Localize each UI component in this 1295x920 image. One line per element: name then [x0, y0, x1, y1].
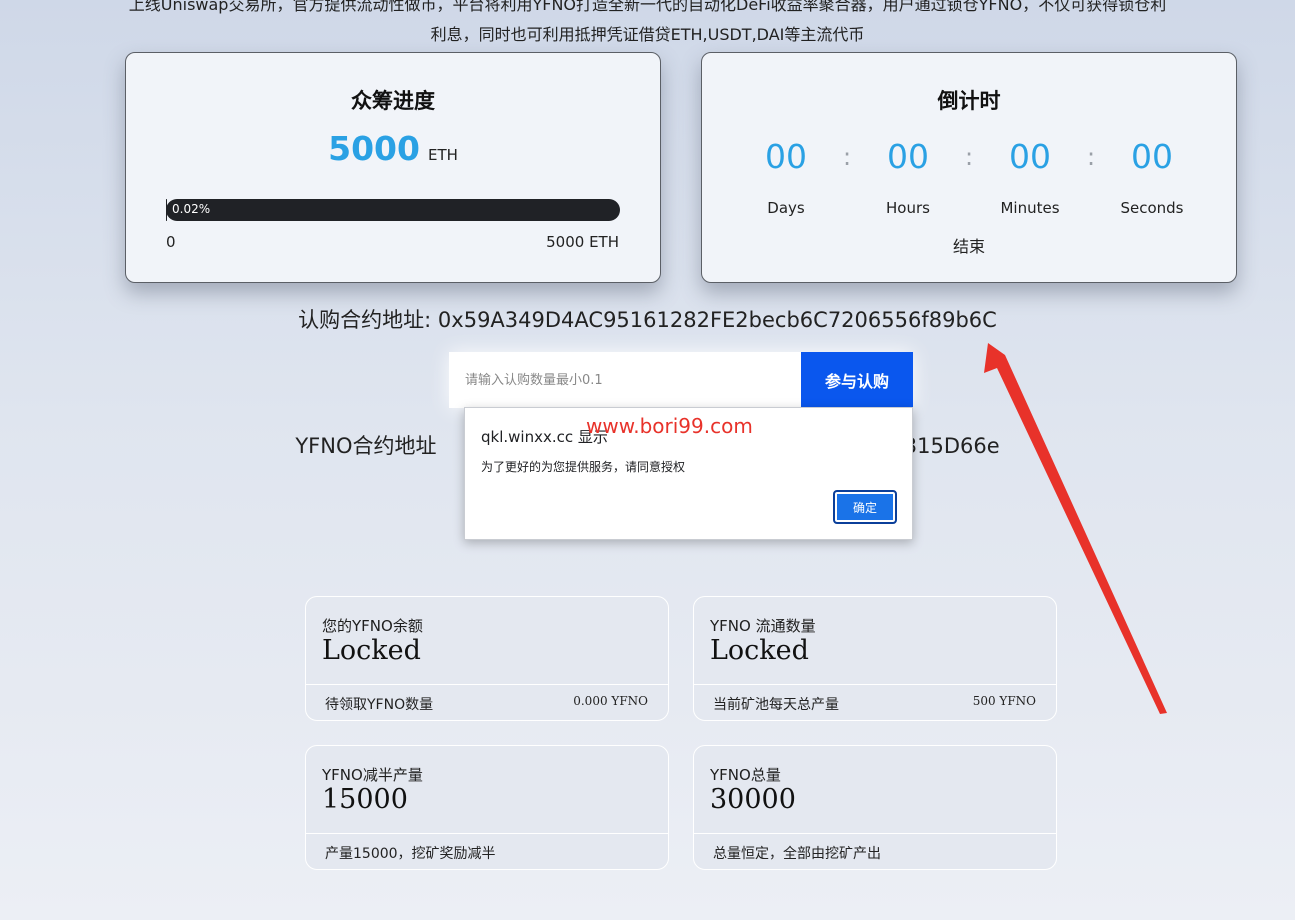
dialog-ok-button[interactable]: 确定 [833, 490, 897, 524]
countdown-hours: 00 [887, 137, 929, 176]
stat-footer: 当前矿池每天总产量 500 YFNO [694, 684, 1056, 721]
intro-text: 上线Uniswap交易所，官方提供流动性做市，平台将利用YFNO打造全新一代的自… [0, 0, 1295, 50]
stat-value: 30000 [710, 784, 796, 815]
raised-amount: 5000 ETH [126, 129, 660, 168]
stat-footer-value: 500 YFNO [972, 694, 1036, 708]
raised-value: 5000 [328, 129, 420, 168]
stat-footer-label: 总量恒定，全部由挖矿产出 [713, 846, 881, 862]
countdown-separator: : [842, 143, 852, 171]
stat-footer-label: 产量15000，挖矿奖励减半 [325, 846, 496, 862]
stat-card-circulation: YFNO 流通数量 Locked 当前矿池每天总产量 500 YFNO [693, 596, 1057, 721]
subscription-amount-input[interactable] [449, 352, 801, 408]
countdown-minutes-label: Minutes [1000, 199, 1060, 217]
crowdfunding-card: 众筹进度 5000 ETH 0.02% 0 5000 ETH [125, 52, 661, 283]
crowdfunding-title: 众筹进度 [351, 89, 435, 113]
stat-label: YFNO总量 [710, 766, 781, 784]
stat-value: Locked [710, 635, 809, 666]
progress-bar: 0.02% [166, 199, 620, 221]
stat-footer-label: 当前矿池每天总产量 [713, 697, 839, 713]
countdown-status: 结束 [952, 237, 985, 256]
progress-label: 0.02% [172, 202, 211, 216]
progress-max: 5000 ETH [546, 233, 619, 251]
stat-label: 您的YFNO余额 [322, 617, 423, 635]
countdown-card: 倒计时 00 : 00 : 00 : 00 Days Hours Minutes… [701, 52, 1237, 283]
stat-footer: 产量15000，挖矿奖励减半 [306, 833, 668, 870]
dialog-message: 为了更好的为您提供服务，请同意授权 [481, 460, 686, 474]
raised-unit: ETH [427, 146, 458, 164]
stat-card-total-supply: YFNO总量 30000 总量恒定，全部由挖矿产出 [693, 745, 1057, 870]
countdown-minutes: 00 [1009, 137, 1051, 176]
stat-footer-value: 0.000 YFNO [573, 694, 648, 708]
subscription-form: 参与认购 [449, 352, 913, 408]
subscribe-button[interactable]: 参与认购 [801, 352, 913, 408]
countdown-digits: 00 : 00 : 00 : 00 [702, 137, 1236, 181]
intro-line-2: 利息，同时也可利用抵押凭证借贷ETH,USDT,DAI等主流代币 [430, 25, 865, 44]
stat-footer: 总量恒定，全部由挖矿产出 [694, 833, 1056, 870]
stat-label: YFNO 流通数量 [710, 617, 816, 635]
stat-label: YFNO减半产量 [322, 766, 423, 784]
stat-value: Locked [322, 635, 421, 666]
token-address-left: YFNO合约地址 [295, 434, 437, 458]
countdown-separator: : [1086, 143, 1096, 171]
subscription-contract-address: 认购合约地址: 0x59A349D4AC95161282FE2becb6C720… [298, 308, 997, 332]
countdown-days-label: Days [767, 199, 805, 217]
stat-card-halving: YFNO减半产量 15000 产量15000，挖矿奖励减半 [305, 745, 669, 870]
watermark-text: www.bori99.com [586, 414, 753, 438]
countdown-separator: : [964, 143, 974, 171]
stat-value: 15000 [322, 784, 408, 815]
countdown-days: 00 [765, 137, 807, 176]
stat-footer-label: 待领取YFNO数量 [325, 697, 434, 713]
stat-footer: 待领取YFNO数量 0.000 YFNO [306, 684, 668, 721]
stat-card-balance: 您的YFNO余额 Locked 待领取YFNO数量 0.000 YFNO [305, 596, 669, 721]
intro-line-1: 上线Uniswap交易所，官方提供流动性做市，平台将利用YFNO打造全新一代的自… [128, 0, 1167, 14]
progress-min: 0 [166, 233, 176, 251]
countdown-seconds-label: Seconds [1120, 199, 1184, 217]
countdown-title: 倒计时 [937, 89, 1001, 113]
countdown-hours-label: Hours [886, 199, 930, 217]
countdown-seconds: 00 [1131, 137, 1173, 176]
